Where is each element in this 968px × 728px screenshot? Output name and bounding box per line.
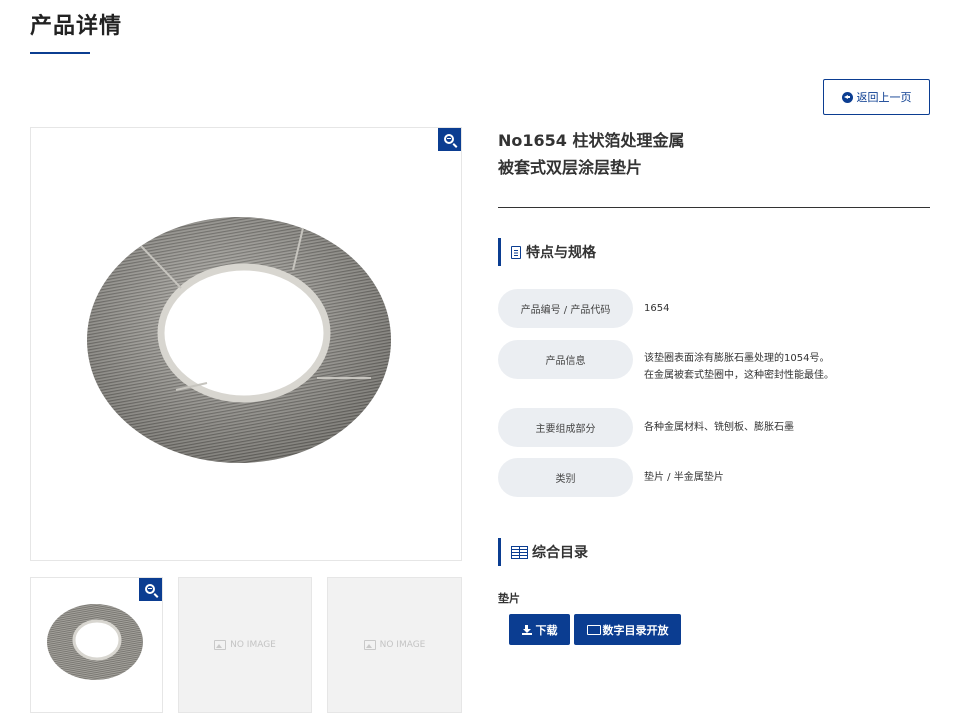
spec-value-info: 该垫圈表面涂有膨胀石墨处理的1054号。 在金属被套式垫圈中，这种密封性能最佳。 bbox=[644, 350, 834, 384]
main-product-image bbox=[30, 127, 462, 561]
thumbnail-zoom-button[interactable] bbox=[139, 578, 162, 601]
spec-label-info: 产品信息 bbox=[498, 340, 633, 379]
back-button-label: 返回上一页 bbox=[856, 91, 912, 104]
product-name: No1654 柱状箔处理金属 被套式双层涂层垫片 bbox=[498, 127, 685, 181]
spec-value-category: 垫片 / 半金属垫片 bbox=[644, 472, 724, 483]
divider bbox=[498, 207, 930, 208]
catalog-section-heading: 综合目录 bbox=[498, 538, 588, 566]
zoom-in-icon bbox=[144, 583, 155, 594]
spec-label-code: 产品编号 / 产品代码 bbox=[498, 289, 633, 328]
zoom-in-icon bbox=[443, 133, 454, 144]
document-icon bbox=[511, 245, 521, 259]
image-placeholder-icon bbox=[214, 640, 227, 650]
spec-section-title: 特点与规格 bbox=[526, 245, 596, 261]
back-button[interactable]: 返回上一页 bbox=[823, 79, 930, 115]
spec-section-heading: 特点与规格 bbox=[498, 238, 596, 266]
spec-label-components: 主要组成部分 bbox=[498, 408, 633, 447]
spec-label-category: 类别 bbox=[498, 458, 633, 497]
product-name-line-2: 被套式双层涂层垫片 bbox=[498, 158, 643, 177]
spec-value-info-line-1: 该垫圈表面涂有膨胀石墨处理的1054号。 bbox=[644, 353, 830, 364]
no-image-text: NO IMAGE bbox=[379, 640, 426, 650]
download-icon bbox=[521, 624, 532, 635]
catalog-section-title: 综合目录 bbox=[532, 545, 588, 561]
arrow-circle-left-icon bbox=[841, 91, 853, 103]
image-placeholder-icon bbox=[363, 640, 376, 650]
spec-value-code: 1654 bbox=[644, 303, 670, 314]
spec-value-components: 各种金属材料、铣刨板、膨胀石墨 bbox=[644, 422, 794, 433]
no-image-text: NO IMAGE bbox=[230, 640, 276, 650]
book-icon bbox=[511, 546, 528, 559]
monitor-icon bbox=[586, 624, 601, 635]
thumbnail-2[interactable]: NO IMAGE bbox=[178, 577, 312, 713]
zoom-button[interactable] bbox=[438, 128, 461, 151]
download-button-label: 下载 bbox=[535, 623, 558, 637]
digital-catalog-button-label: 数字目录开放 bbox=[602, 623, 669, 637]
page-title: 产品详情 bbox=[30, 14, 123, 39]
catalog-subtitle: 垫片 bbox=[498, 592, 520, 605]
download-button[interactable]: 下载 bbox=[509, 614, 570, 645]
thumbnail-3[interactable]: NO IMAGE bbox=[327, 577, 462, 713]
product-name-line-1: No1654 柱状箔处理金属 bbox=[498, 131, 685, 150]
title-underline bbox=[30, 52, 90, 54]
thumbnail-1[interactable] bbox=[30, 577, 163, 713]
spec-value-info-line-2: 在金属被套式垫圈中，这种密封性能最佳。 bbox=[644, 370, 834, 381]
gasket-image bbox=[87, 217, 391, 463]
digital-catalog-button[interactable]: 数字目录开放 bbox=[574, 614, 681, 645]
